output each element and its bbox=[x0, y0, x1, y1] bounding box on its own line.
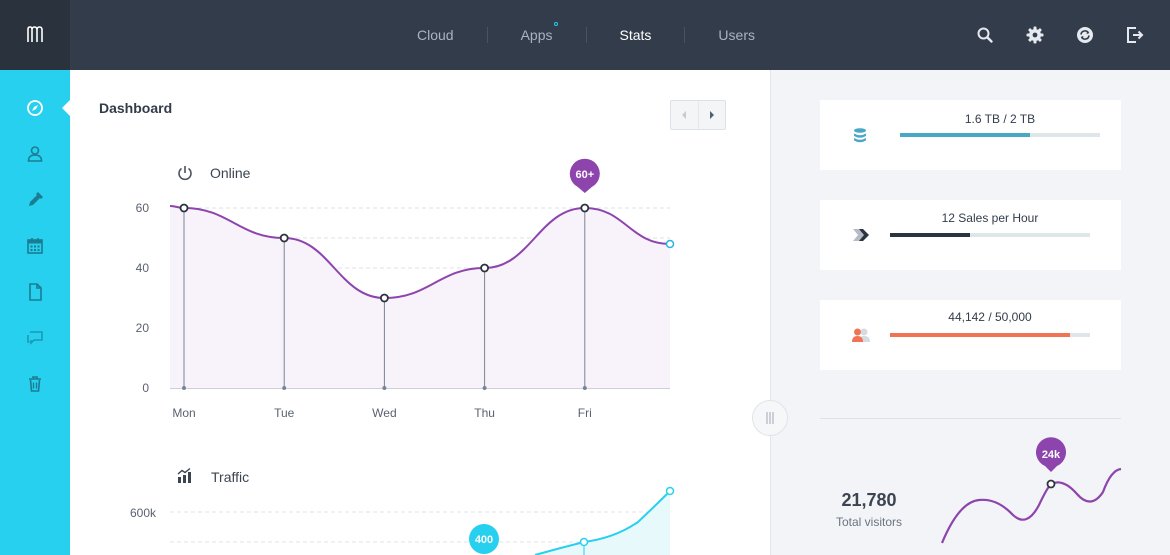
trash-icon[interactable] bbox=[25, 374, 45, 394]
nav-apps-badge bbox=[553, 22, 558, 26]
y-tick-label: 20 bbox=[136, 321, 150, 335]
grip-icon bbox=[766, 412, 774, 424]
chat-icon[interactable] bbox=[25, 328, 45, 348]
x-tick-label: Fri bbox=[578, 406, 592, 420]
stats-panel: 1.6 TB / 2 TB 12 Sales per Hour 44,142 /… bbox=[770, 70, 1170, 555]
power-icon bbox=[178, 166, 192, 181]
nav-stats[interactable]: Stats bbox=[587, 27, 685, 43]
axis-dot bbox=[282, 386, 287, 390]
sales-progress bbox=[890, 233, 1090, 237]
sidebar bbox=[0, 70, 71, 555]
nav-cloud[interactable]: Cloud bbox=[384, 27, 487, 43]
database-icon bbox=[854, 128, 866, 143]
users-label: 44,142 / 50,000 bbox=[948, 310, 1032, 324]
visitors-peak-marker: 24k bbox=[1036, 437, 1066, 472]
compass-icon[interactable] bbox=[25, 98, 45, 118]
y-tick-label: 60 bbox=[136, 201, 150, 215]
storage-card: 1.6 TB / 2 TB bbox=[820, 100, 1121, 170]
traffic-peak-label: 400 bbox=[475, 534, 493, 546]
visitors-line bbox=[940, 467, 1122, 544]
traffic-peak-marker: 400 bbox=[469, 524, 499, 554]
traffic-point[interactable] bbox=[665, 486, 675, 496]
sales-label: 12 Sales per Hour bbox=[941, 211, 1039, 225]
online-area bbox=[170, 206, 670, 388]
x-tick-label: Wed bbox=[372, 406, 396, 420]
sync-icon[interactable] bbox=[1075, 25, 1095, 45]
data-point[interactable] bbox=[179, 203, 189, 213]
storage-progress bbox=[900, 133, 1100, 137]
users-card: 44,142 / 50,000 bbox=[820, 300, 1121, 370]
logo-icon bbox=[27, 26, 43, 42]
data-point[interactable] bbox=[580, 203, 590, 213]
pen-icon[interactable] bbox=[25, 190, 45, 210]
panel-divider bbox=[820, 418, 1121, 419]
traffic-chart-title: Traffic bbox=[211, 469, 249, 485]
axis-dot bbox=[182, 386, 186, 390]
total-visitors-value: 21,780 bbox=[841, 490, 897, 510]
axis-dot bbox=[482, 386, 487, 390]
traffic-area bbox=[535, 491, 670, 555]
data-point[interactable] bbox=[480, 263, 490, 273]
data-point[interactable] bbox=[279, 233, 289, 243]
visitors-point[interactable] bbox=[1046, 479, 1056, 489]
axis-dot bbox=[582, 386, 587, 390]
sales-progress-fill bbox=[890, 233, 970, 237]
calendar-icon[interactable] bbox=[25, 236, 45, 256]
sales-card: 12 Sales per Hour bbox=[820, 200, 1121, 270]
x-tick-label: Tue bbox=[274, 406, 295, 420]
y-tick-label: 0 bbox=[142, 381, 149, 395]
users-progress-fill bbox=[890, 333, 1070, 337]
users-icon bbox=[852, 328, 870, 342]
y-tick-label: 40 bbox=[136, 261, 150, 275]
data-point[interactable] bbox=[665, 239, 675, 249]
file-icon[interactable] bbox=[25, 282, 45, 302]
logout-icon[interactable] bbox=[1125, 25, 1145, 45]
panel-resize-handle[interactable] bbox=[752, 400, 788, 436]
online-chart-title: Online bbox=[210, 165, 251, 181]
traffic-chart: Traffic 600k 400 bbox=[130, 467, 675, 555]
total-visitors-label: Total visitors bbox=[835, 515, 903, 529]
users-progress bbox=[890, 333, 1090, 337]
app-logo[interactable] bbox=[0, 0, 70, 70]
online-peak-label: 60+ bbox=[575, 169, 594, 181]
main-nav: Cloud Apps Stats Users bbox=[384, 0, 788, 70]
visitors-peak-label: 24k bbox=[1042, 449, 1061, 461]
settings-icon[interactable] bbox=[1025, 25, 1045, 45]
storage-label: 1.6 TB / 2 TB bbox=[964, 112, 1036, 126]
x-tick-label: Mon bbox=[172, 406, 195, 420]
online-peak-marker: 60+ bbox=[569, 158, 600, 193]
y-tick-label: 600k bbox=[130, 506, 157, 520]
nav-users[interactable]: Users bbox=[685, 27, 788, 43]
search-icon[interactable] bbox=[975, 25, 995, 45]
visitors-sparkline: 24k bbox=[940, 437, 1122, 544]
tags-icon bbox=[853, 229, 869, 241]
bar-chart-icon bbox=[177, 467, 191, 483]
user-icon[interactable] bbox=[25, 144, 45, 164]
top-bar: Cloud Apps Stats Users bbox=[0, 0, 1170, 70]
x-tick-label: Thu bbox=[474, 406, 495, 420]
main-content: Dashboard Online 0 20 40 60 60+ Mon Tue Wed Th… bbox=[70, 70, 770, 555]
data-point[interactable] bbox=[379, 293, 389, 303]
axis-dot bbox=[382, 386, 387, 390]
nav-apps-label: Apps bbox=[520, 27, 553, 43]
nav-apps[interactable]: Apps bbox=[488, 22, 586, 43]
storage-progress-fill bbox=[900, 133, 1030, 137]
traffic-point[interactable] bbox=[579, 537, 589, 547]
